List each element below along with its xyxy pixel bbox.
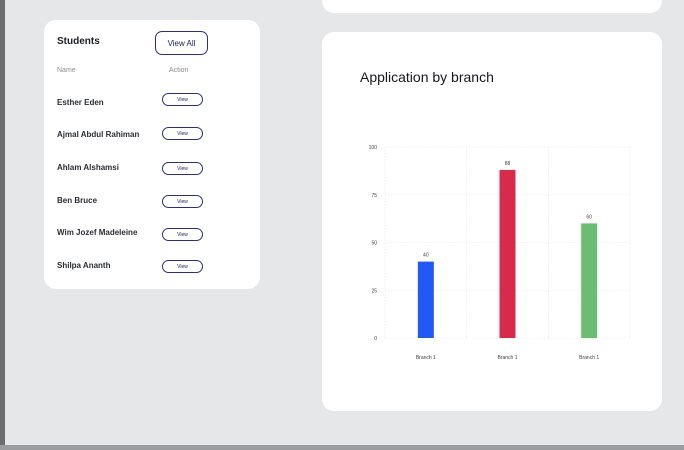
view-student-button[interactable]: View: [162, 260, 203, 273]
view-student-button[interactable]: View: [162, 127, 203, 140]
student-row: Ben Bruce View: [44, 195, 260, 216]
students-card: Students View All Name Action Esther Ede…: [44, 20, 260, 289]
student-row: Shilpa Ananth View: [44, 260, 260, 281]
x-tick-label: Branch 1: [579, 355, 599, 361]
x-tick-label: Branch 1: [416, 355, 436, 361]
student-row: Esther Eden View: [44, 93, 260, 118]
student-row: Wim Jozef Madeleine View: [44, 228, 260, 248]
bar: [499, 169, 516, 338]
data-label: 40: [423, 253, 429, 259]
student-name: Ajmal Abdul Rahiman: [57, 130, 140, 139]
student-name: Ben Bruce: [57, 196, 98, 205]
bar: [581, 223, 598, 338]
y-tick-label: 25: [371, 288, 377, 294]
bar-chart: 0 25 50 75 100 40 Branch 1 88 Branch 1 60 Branch 1: [369, 145, 631, 361]
y-tick-label: 75: [371, 193, 377, 199]
name-column-header: Name: [57, 67, 76, 74]
data-label: 88: [505, 161, 511, 167]
student-name: Wim Jozef Madeleine: [57, 228, 138, 237]
data-label: 60: [586, 214, 592, 220]
view-student-button[interactable]: View: [162, 162, 203, 175]
view-student-button[interactable]: View: [162, 228, 203, 241]
view-all-button[interactable]: View All: [155, 31, 208, 55]
x-tick-label: Branch 1: [497, 355, 517, 361]
view-student-button[interactable]: View: [162, 93, 203, 106]
student-row: Ajmal Abdul Rahiman View: [44, 127, 260, 150]
student-name: Ahlam Alshamsi: [57, 163, 119, 172]
students-title: Students: [57, 36, 100, 47]
left-rail: [0, 0, 5, 445]
student-row: Ahlam Alshamsi View: [44, 162, 260, 183]
y-tick-label: 0: [374, 336, 377, 342]
action-column-header: Action: [169, 67, 189, 74]
student-name: Shilpa Ananth: [57, 261, 111, 270]
y-tick-label: 100: [369, 145, 378, 151]
student-name: Esther Eden: [57, 98, 104, 107]
view-student-button[interactable]: View: [162, 195, 203, 208]
y-tick-label: 50: [371, 241, 377, 247]
chart-card: Application by branch 0 25 50 75 100 40 Branch…: [322, 32, 662, 411]
top-card: [322, 0, 662, 13]
bar: [417, 261, 434, 338]
bottom-bar: [0, 445, 684, 450]
